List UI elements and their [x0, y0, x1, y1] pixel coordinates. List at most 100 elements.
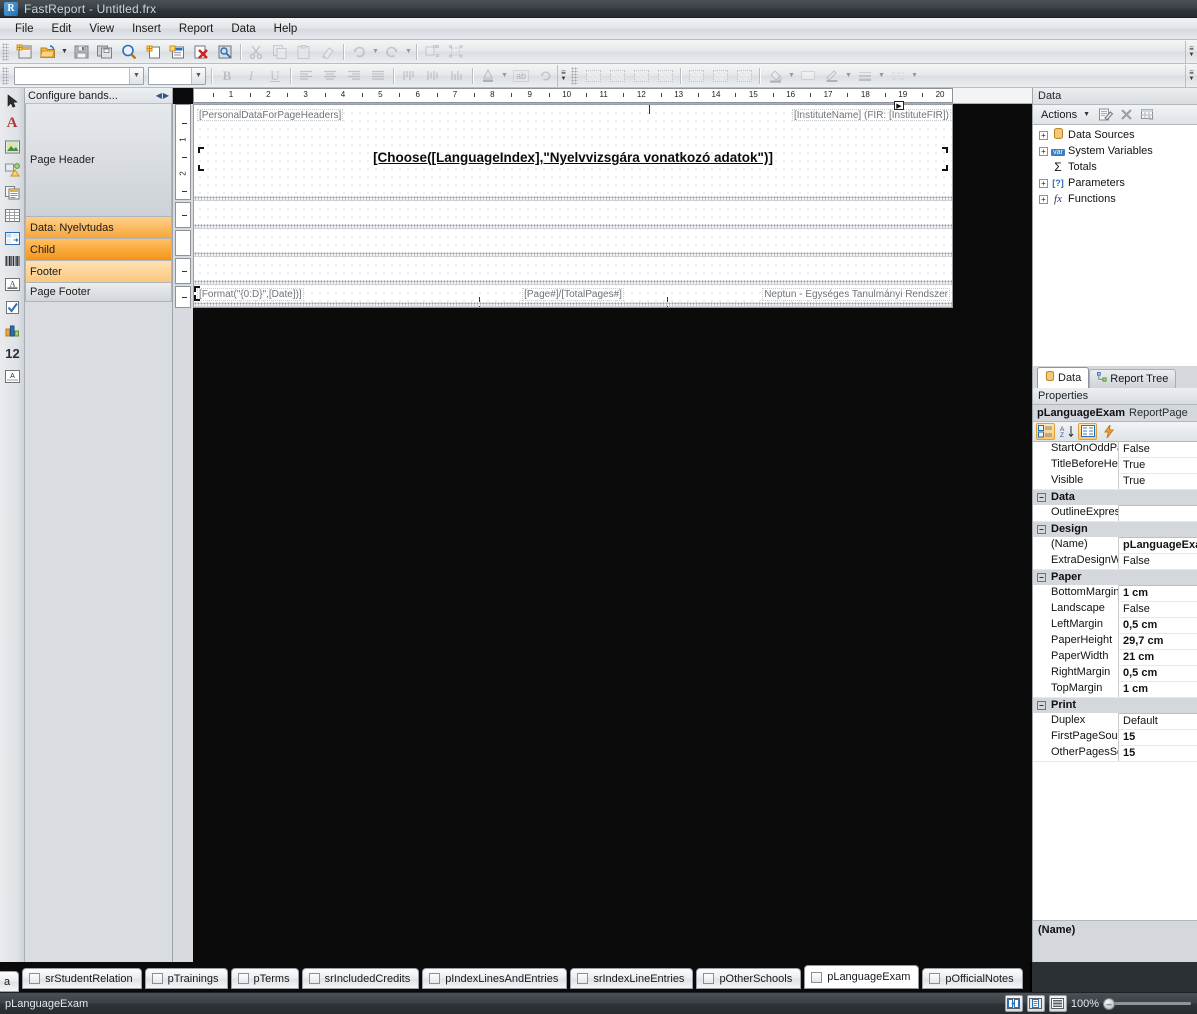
property-row[interactable]: TopMargin 1 cm — [1033, 681, 1197, 698]
reset-format-button[interactable] — [534, 66, 556, 86]
line-style-caret[interactable]: ▼ — [910, 66, 919, 86]
menu-data[interactable]: Data — [222, 21, 264, 37]
expander-icon[interactable]: + — [1039, 130, 1048, 140]
underline-button[interactable]: U — [264, 66, 286, 86]
fill-color-caret[interactable]: ▼ — [787, 66, 796, 86]
report-designer-canvas[interactable]: 1 2 3 4 5 6 7 8 9 10 11 12 13 14 15 16 17 18 19 20 1 2 — [173, 88, 1032, 962]
text-object-tool[interactable]: A — [3, 114, 22, 133]
chevron-right-icon[interactable]: ▶ — [163, 91, 169, 100]
digital-object-tool[interactable]: 12 — [3, 344, 22, 363]
property-row[interactable]: OtherPagesSource15 — [1033, 745, 1197, 762]
toolbar-grip[interactable] — [571, 66, 578, 85]
line-color-caret[interactable]: ▼ — [844, 66, 853, 86]
tab-report-tree[interactable]: Report Tree — [1089, 368, 1177, 388]
data-tree-node-system-variables[interactable]: + var System Variables — [1033, 143, 1197, 159]
band-data-nyelvtudas[interactable]: Data: Nyelvtudas — [25, 217, 172, 239]
undo-button[interactable] — [348, 42, 370, 62]
menu-file[interactable]: File — [6, 21, 43, 37]
report-page-tabbar[interactable]: a srStudentRelation pTrainings pTerms srInc… — [0, 962, 1067, 992]
view-single-page-button[interactable] — [1026, 995, 1045, 1012]
align-center-button[interactable] — [319, 66, 341, 86]
zoom-slider[interactable]: – — [1103, 997, 1191, 1010]
selection-handle[interactable] — [194, 295, 200, 301]
border-bottom-button[interactable] — [709, 66, 731, 86]
report-page-surface[interactable]: [PersonalDataForPageHeaders] [InstituteN… — [193, 101, 953, 308]
property-category-data[interactable]: – Data — [1033, 489, 1197, 506]
property-row[interactable]: BottomMargin 1 cm — [1033, 585, 1197, 602]
property-value[interactable]: Default — [1119, 715, 1197, 727]
property-value[interactable]: 0,5 cm — [1119, 667, 1197, 679]
actions-dropdown-caret[interactable]: ▼ — [1083, 111, 1090, 118]
font-size-dropdown-caret[interactable]: ▼ — [191, 67, 205, 84]
line-style-button[interactable] — [887, 66, 909, 86]
menu-report[interactable]: Report — [170, 21, 223, 37]
border-outline-button[interactable] — [630, 66, 652, 86]
delete-datasource-button[interactable] — [1117, 106, 1136, 123]
property-row[interactable]: OutlineExpression — [1033, 505, 1197, 522]
undo-dropdown-caret[interactable]: ▼ — [371, 42, 380, 62]
designer-band-child[interactable] — [194, 229, 952, 257]
shape-object-tool[interactable] — [3, 160, 22, 179]
property-row[interactable]: LeftMargin 0,5 cm — [1033, 617, 1197, 634]
property-row[interactable]: (Name)pLanguageExam — [1033, 537, 1197, 554]
property-row[interactable]: FirstPageSource15 — [1033, 729, 1197, 746]
redo-dropdown-caret[interactable]: ▼ — [404, 42, 413, 62]
selection-handle[interactable] — [198, 165, 204, 171]
fill-color-button[interactable] — [764, 66, 786, 86]
new-report-button[interactable] — [13, 42, 35, 62]
zipcode-object-tool[interactable]: A — [3, 367, 22, 386]
view-two-page-button[interactable] — [1004, 995, 1023, 1012]
band-footer[interactable]: Footer — [25, 261, 172, 283]
save-all-button[interactable] — [94, 42, 116, 62]
border-inside-button[interactable] — [654, 66, 676, 86]
edit-datasource-button[interactable] — [1096, 106, 1115, 123]
align-justify-button[interactable] — [367, 66, 389, 86]
page-settings-button[interactable] — [214, 42, 236, 62]
property-value[interactable]: 21 cm — [1119, 651, 1197, 663]
page-tab-pLanguageExam[interactable]: pLanguageExam — [804, 965, 920, 989]
property-value[interactable]: False — [1119, 443, 1197, 455]
selection-handle[interactable] — [942, 147, 948, 153]
report-title-text-object[interactable]: [Choose([LanguageIndex],"Nyelvvizsgára v… — [198, 147, 948, 171]
page-tab-pTerms[interactable]: pTerms — [230, 968, 299, 989]
personal-data-text-object[interactable]: [PersonalDataForPageHeaders] — [197, 109, 344, 121]
property-value[interactable]: 0,5 cm — [1119, 619, 1197, 631]
institute-name-text-object[interactable]: [InstituteName] (FIR: [InstituteFIR]) — [791, 109, 951, 121]
data-tree-node-totals[interactable]: Σ Totals — [1033, 159, 1197, 175]
formatting-toolbar-overflow-button[interactable]: ≡ ▼ — [557, 64, 569, 87]
data-tree-node-parameters[interactable]: + [?] Parameters — [1033, 175, 1197, 191]
border-none-button[interactable] — [606, 66, 628, 86]
border-toolbar-overflow-button[interactable]: ≡ ▼ — [1185, 64, 1197, 87]
ungroup-button[interactable] — [445, 42, 467, 62]
designer-band-data[interactable] — [194, 201, 952, 229]
tab-data[interactable]: Data — [1037, 366, 1090, 388]
designer-band-page-header[interactable]: [PersonalDataForPageHeaders] [InstituteN… — [194, 101, 952, 201]
horizontal-ruler[interactable]: 1 2 3 4 5 6 7 8 9 10 11 12 13 14 15 16 17 18 19 20 — [193, 88, 1032, 104]
expander-icon[interactable]: + — [1039, 146, 1048, 156]
property-row[interactable]: StartOnOddPageFalse — [1033, 441, 1197, 458]
selection-handle[interactable] — [942, 165, 948, 171]
align-right-button[interactable] — [343, 66, 365, 86]
property-row[interactable]: Visible True — [1033, 473, 1197, 490]
redo-button[interactable] — [381, 42, 403, 62]
property-value[interactable]: 1 cm — [1119, 587, 1197, 599]
page-tab-srIncludedCredits[interactable]: srIncludedCredits — [301, 968, 420, 989]
property-value[interactable]: 1 cm — [1119, 683, 1197, 695]
property-value[interactable]: False — [1119, 555, 1197, 567]
menu-edit[interactable]: Edit — [43, 21, 81, 37]
page-tab-pIndexLinesAndEntries[interactable]: pIndexLinesAndEntries — [422, 968, 568, 989]
font-name-dropdown-caret[interactable]: ▼ — [129, 67, 143, 84]
categorized-view-button[interactable] — [1036, 422, 1055, 440]
collapse-icon[interactable]: – — [1037, 572, 1046, 582]
picture-object-tool[interactable] — [3, 137, 22, 156]
designer-band-page-footer[interactable]: [Format("{0:D}",[Date])] [Page#]/[TotalP… — [194, 285, 952, 307]
page-tab-pOtherSchools[interactable]: pOtherSchools — [696, 968, 802, 989]
property-value[interactable]: True — [1119, 475, 1197, 487]
view-data-button[interactable] — [1138, 106, 1157, 123]
toolbar-grip[interactable] — [2, 66, 9, 85]
no-fill-button[interactable] — [797, 66, 819, 86]
line-width-caret[interactable]: ▼ — [877, 66, 886, 86]
align-top-button[interactable] — [398, 66, 420, 86]
property-category-print[interactable]: – Print — [1033, 697, 1197, 714]
data-tree-node-functions[interactable]: + fx Functions — [1033, 191, 1197, 207]
